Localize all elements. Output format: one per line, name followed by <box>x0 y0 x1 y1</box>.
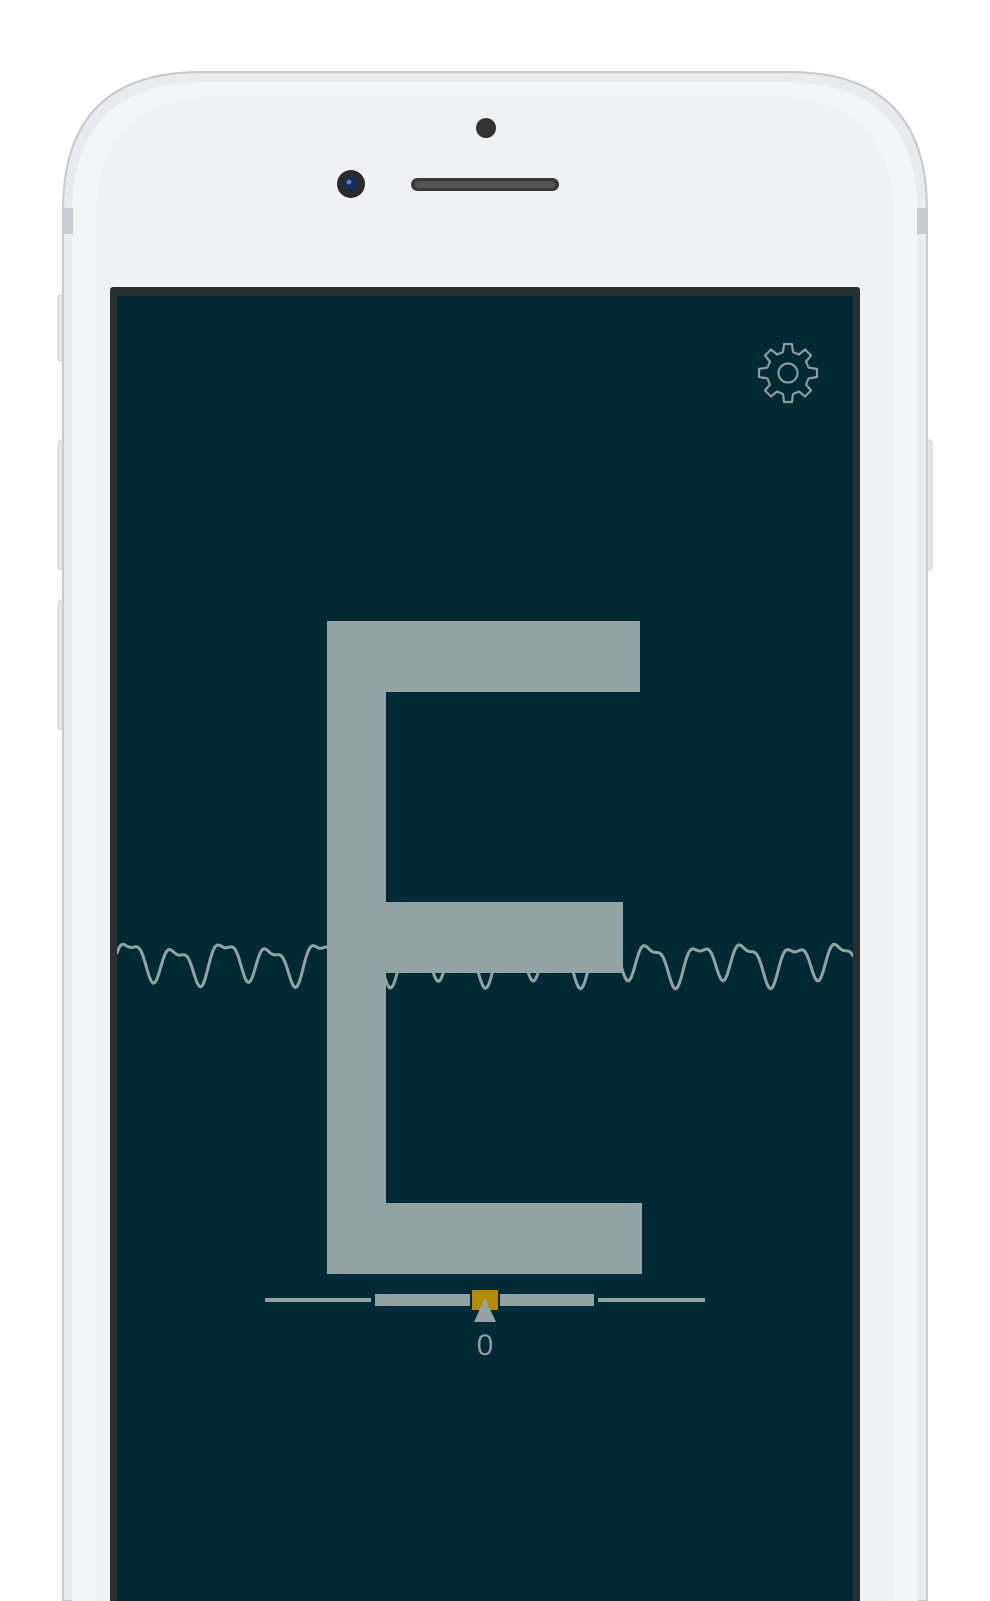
gear-icon <box>757 342 819 404</box>
meter-scale-left-outer <box>265 1298 371 1302</box>
proximity-sensor <box>476 118 496 138</box>
tuner-screen: E 0 <box>117 296 853 1601</box>
note-letter: E <box>327 621 642 1274</box>
tuning-meter <box>265 1290 705 1322</box>
settings-button[interactable] <box>755 340 821 406</box>
meter-scale-left-inner <box>375 1294 470 1306</box>
meter-scale-right-outer <box>598 1298 705 1302</box>
meter-scale-right-inner <box>500 1294 594 1306</box>
cents-readout: 0 <box>476 1329 494 1362</box>
